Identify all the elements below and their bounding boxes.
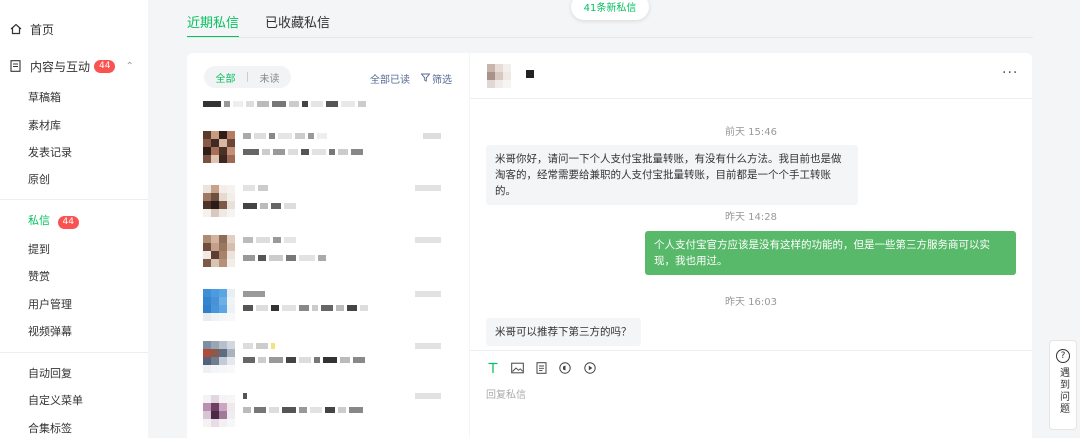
- sidebar-item-content-label: 内容与互动: [30, 59, 91, 74]
- list-item[interactable]: [187, 339, 469, 395]
- redacted-text: [423, 133, 441, 139]
- incoming-message: 米哥你好，请问一下个人支付宝批量转账，有没有什么方法。我目前也是做淘客的，经常需…: [486, 145, 858, 205]
- sidebar-divider: [0, 352, 148, 353]
- redacted-text: [243, 407, 363, 413]
- message-tabs: 近期私信 已收藏私信: [187, 12, 330, 38]
- outgoing-message: 个人支付宝官方应该是没有这样的功能的，但是一些第三方服务商可以实现，我也用过。: [645, 231, 1016, 275]
- avatar: [203, 341, 235, 373]
- read-filter-toggle: 全部 未读: [204, 66, 291, 88]
- sidebar-item-users[interactable]: 用户管理: [28, 295, 72, 315]
- redacted-text: [415, 291, 441, 297]
- filter-unread[interactable]: 未读: [248, 70, 291, 85]
- sidebar-item-danmaku[interactable]: 视频弹幕: [28, 322, 72, 342]
- redacted-text: [415, 393, 441, 399]
- redacted-text: [243, 237, 296, 243]
- contact-name-redacted: [526, 70, 534, 78]
- message-timestamp: 前天 15:46: [725, 127, 777, 138]
- tab-recent[interactable]: 近期私信: [187, 12, 240, 38]
- redacted-text: [243, 149, 363, 155]
- messages-badge: 44: [57, 216, 79, 229]
- conversation-panel: ··· 前天 15:46 米哥你好，请问一下个人支付宝批量转账，有没有什么方法。…: [470, 53, 1032, 438]
- tab-favorited[interactable]: 已收藏私信: [265, 12, 330, 38]
- text-icon[interactable]: [486, 361, 500, 375]
- avatar: [487, 64, 511, 88]
- article-icon[interactable]: [534, 361, 548, 375]
- reply-composer: 回复私信: [470, 350, 1032, 438]
- redacted-text: [415, 343, 441, 349]
- conversation-header: ···: [470, 53, 1032, 99]
- sidebar: 首页 内容与互动 44 ⌃ 草稿箱 素材库 发表记录 原创 私信 44 提到 赞…: [0, 0, 148, 438]
- sidebar-item-home-label: 首页: [30, 22, 55, 37]
- sidebar-item-published[interactable]: 发表记录: [28, 143, 72, 163]
- redacted-text: [243, 393, 247, 399]
- help-label: 遇到问题: [1057, 367, 1069, 415]
- filter-icon: [420, 73, 431, 85]
- list-item[interactable]: [187, 125, 469, 181]
- sidebar-item-messages-label: 私信: [28, 214, 50, 227]
- home-icon: [9, 23, 22, 36]
- image-icon[interactable]: [510, 361, 524, 375]
- mark-all-read-button[interactable]: 全部已读: [370, 71, 410, 86]
- video-icon[interactable]: [583, 361, 597, 375]
- document-icon: [9, 60, 22, 73]
- redacted-text: [203, 101, 366, 107]
- sidebar-item-mentions[interactable]: 提到: [28, 240, 50, 260]
- reply-input[interactable]: 回复私信: [486, 386, 526, 401]
- filter-label: 筛选: [432, 75, 452, 86]
- tabs-divider: [187, 37, 1033, 38]
- content-badge: 44: [94, 59, 116, 73]
- list-item[interactable]: [187, 287, 469, 343]
- list-item[interactable]: [187, 391, 469, 438]
- sidebar-item-auto-reply[interactable]: 自动回复: [28, 364, 72, 384]
- redacted-text: [415, 237, 441, 243]
- sidebar-item-original[interactable]: 原创: [28, 170, 50, 190]
- message-timestamp: 昨天 16:03: [725, 297, 777, 308]
- sidebar-item-custom-menu[interactable]: 自定义菜单: [28, 391, 83, 411]
- audio-icon[interactable]: [558, 361, 572, 375]
- list-item[interactable]: [187, 181, 469, 237]
- sidebar-item-collection-tags[interactable]: 合集标签: [28, 419, 72, 438]
- message-timestamp: 昨天 14:28: [725, 212, 777, 223]
- incoming-message: 米哥可以推荐下第三方的吗？: [486, 318, 641, 346]
- sidebar-item-messages[interactable]: 私信 44: [28, 211, 79, 231]
- sidebar-divider: [0, 199, 148, 200]
- sidebar-item-materials[interactable]: 素材库: [28, 116, 61, 136]
- filter-button[interactable]: 筛选: [420, 71, 452, 86]
- redacted-text: [415, 185, 441, 191]
- redacted-text: [243, 305, 368, 311]
- filter-all[interactable]: 全部: [204, 70, 247, 85]
- avatar: [203, 131, 235, 163]
- sidebar-item-home[interactable]: 首页: [0, 15, 148, 43]
- help-button[interactable]: ? 遇到问题: [1049, 340, 1077, 430]
- sidebar-item-drafts[interactable]: 草稿箱: [28, 88, 61, 108]
- redacted-text: [243, 357, 365, 363]
- chevron-up-icon: ⌃: [125, 60, 134, 72]
- redacted-text: [243, 185, 268, 191]
- redacted-text: [243, 255, 326, 261]
- redacted-text: [243, 291, 265, 297]
- more-icon[interactable]: ···: [1002, 65, 1018, 81]
- question-icon: ?: [1056, 349, 1070, 363]
- redacted-text: [243, 133, 327, 139]
- avatar: [203, 289, 235, 321]
- avatar: [203, 185, 235, 217]
- sidebar-item-rewards[interactable]: 赞赏: [28, 267, 50, 287]
- new-messages-pill[interactable]: 41条新私信: [571, 0, 649, 20]
- conversation-list: 全部 未读 全部已读 筛选: [187, 53, 469, 438]
- sidebar-item-content[interactable]: 内容与互动 44 ⌃: [0, 52, 148, 80]
- redacted-text: [243, 203, 296, 209]
- avatar: [203, 235, 235, 267]
- avatar: [203, 395, 235, 427]
- redacted-text: [243, 343, 275, 349]
- list-item[interactable]: [187, 233, 469, 289]
- list-item[interactable]: [187, 97, 469, 111]
